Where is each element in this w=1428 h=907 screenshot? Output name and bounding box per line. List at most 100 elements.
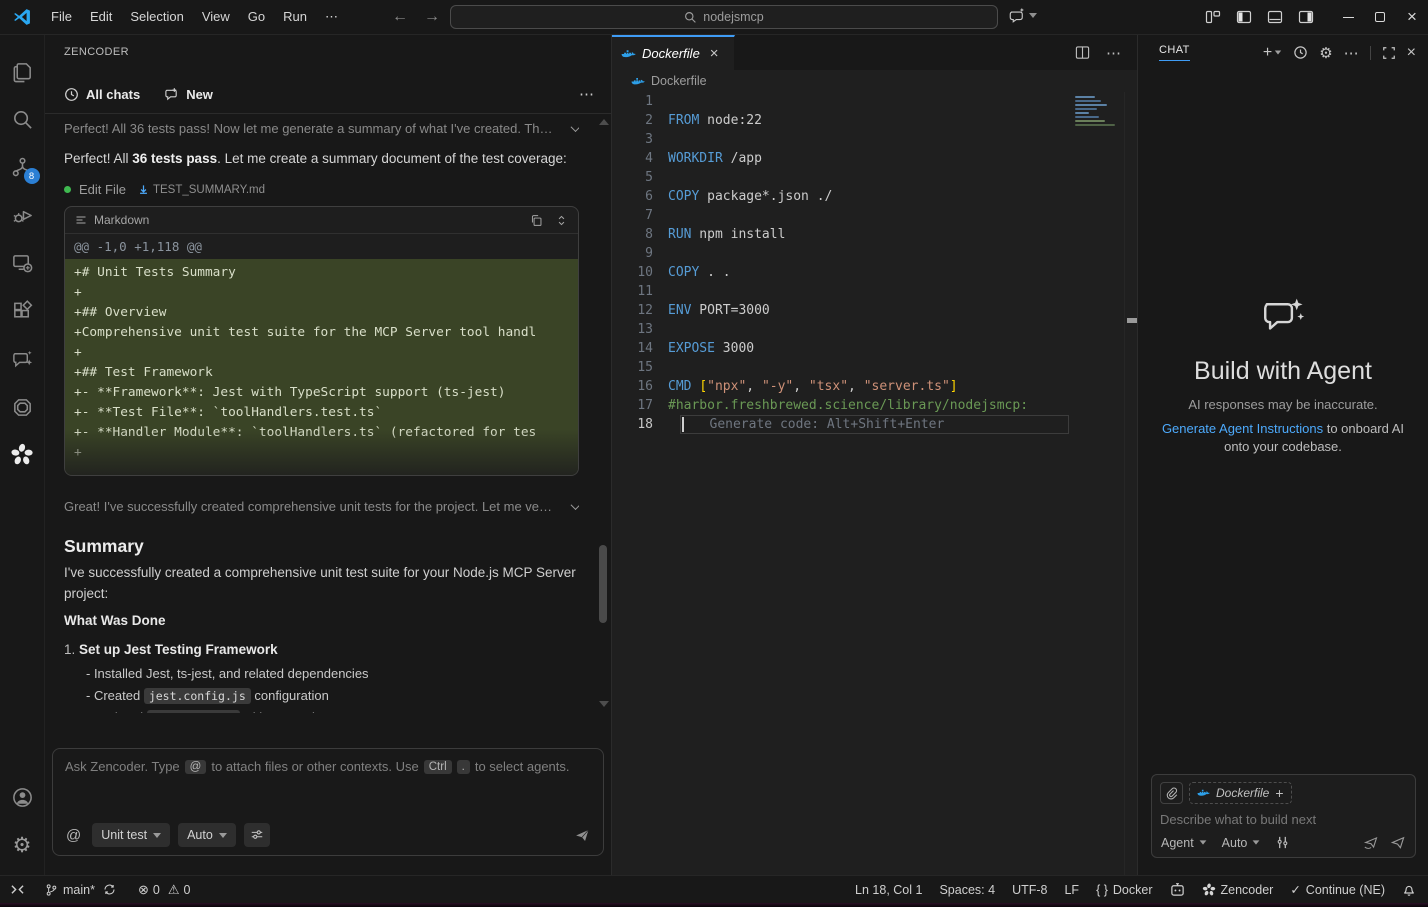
zencoder-chat-input[interactable]: Ask Zencoder. Type @ to attach files or … [52,748,604,856]
code-line[interactable]: 7 [612,206,1137,225]
collapsed-message[interactable]: Great! I've successfully created compreh… [64,499,579,514]
activity-source-control[interactable]: 8 [0,143,45,191]
code-line[interactable]: 5 [612,168,1137,187]
chat-input-box[interactable]: Dockerfile + Describe what to build next… [1151,774,1416,858]
new-chat-button[interactable]: New [164,87,213,102]
command-search-input[interactable]: nodejsmcp [450,5,998,29]
maximize-panel-icon[interactable] [1382,46,1396,60]
minimap[interactable] [1071,94,1123,128]
copy-icon[interactable] [530,214,543,227]
code-line[interactable]: 15 [612,358,1137,377]
window-maximize-button[interactable] [1364,0,1396,34]
send-icon[interactable] [1390,835,1406,850]
menu-go[interactable]: Go [239,5,274,29]
attach-file-button[interactable] [1160,782,1183,804]
collapse-expand-icon[interactable] [555,214,568,227]
code-line[interactable]: 8RUN npm install [612,225,1137,244]
customize-layout-icon[interactable] [1205,9,1221,25]
code-line[interactable]: 3 [612,130,1137,149]
activity-chat[interactable] [0,335,45,383]
activity-remote-explorer[interactable] [0,239,45,287]
window-close-button[interactable]: × [1396,0,1428,34]
new-chat-button[interactable]: + [1263,44,1282,62]
sidebar-scrollbar[interactable] [598,117,608,709]
menu-edit[interactable]: Edit [81,5,121,29]
copilot-button[interactable] [1008,6,1037,24]
code-line[interactable]: 17#harbor.freshbrewed.science/library/no… [612,396,1137,415]
editor-scrollbar[interactable] [1124,92,1137,875]
agent-selector[interactable]: Unit test [92,823,170,847]
edit-file-row[interactable]: Edit File TEST_SUMMARY.md [64,182,579,197]
docker-extension-icon[interactable] [1170,882,1185,897]
chat-settings-gear[interactable]: ⚙ [1319,44,1332,62]
menu-run[interactable]: Run [274,5,316,29]
continue-status[interactable]: ✓ Continue (NE) [1290,882,1385,897]
code-line[interactable]: 13 [612,320,1137,339]
model-selector[interactable]: Auto [1222,836,1261,850]
nav-back-icon[interactable]: ← [392,8,408,26]
tools-icon[interactable] [1275,835,1290,850]
toggle-panel-icon[interactable] [1267,9,1283,25]
code-line[interactable]: 2FROM node:22 [612,111,1137,130]
breadcrumb[interactable]: Dockerfile [612,70,1137,92]
menu-file[interactable]: File [42,5,81,29]
cursor-position[interactable]: Ln 18, Col 1 [855,883,922,897]
accounts-button[interactable] [0,773,45,821]
code-line[interactable]: 11 [612,282,1137,301]
activity-run-debug[interactable] [0,191,45,239]
menu-selection[interactable]: Selection [121,5,192,29]
chat-transcript[interactable]: Perfect! All 36 tests pass! Now let me g… [64,114,579,713]
add-context-icon[interactable]: + [1275,785,1283,801]
chat-more-button[interactable]: ⋯ [1344,44,1359,62]
activity-extensions[interactable] [0,287,45,335]
collapsed-message[interactable]: Perfect! All 36 tests pass! Now let me g… [64,121,579,136]
tab-close-icon[interactable]: × [710,45,719,62]
activity-search[interactable] [0,95,45,143]
remote-indicator[interactable] [10,883,25,896]
scrollbar-thumb[interactable] [599,545,607,623]
editor-more-actions[interactable]: ⋯ [1106,44,1121,62]
activity-container-tools[interactable] [0,383,45,431]
code-line[interactable]: 16CMD ["npx", "-y", "tsx", "server.ts"] [612,377,1137,396]
mode-selector[interactable]: Agent [1161,836,1207,850]
zencoder-status[interactable]: Zencoder [1202,883,1274,897]
code-line[interactable]: 10COPY . . [612,263,1137,282]
activity-explorer[interactable] [0,47,45,95]
scroll-up-icon[interactable] [599,119,609,125]
menu-view[interactable]: View [193,5,239,29]
code-line[interactable]: 6COPY package*.json ./ [612,187,1137,206]
tab-chat[interactable]: CHAT [1159,44,1190,61]
code-line[interactable]: 9 [612,244,1137,263]
branch-indicator[interactable]: main* [45,883,116,897]
tab-dockerfile[interactable]: Dockerfile × [612,35,735,70]
toggle-sidebar-right-icon[interactable] [1298,9,1314,25]
nav-forward-icon[interactable]: → [424,8,440,26]
code-line[interactable]: 14EXPOSE 3000 [612,339,1137,358]
panel-more-button[interactable]: ⋯ [579,85,595,103]
menu-[interactable]: ⋯ [316,5,347,29]
all-chats-button[interactable]: All chats [64,87,140,102]
encoding[interactable]: UTF-8 [1012,883,1047,897]
language-mode[interactable]: { } Docker [1096,883,1152,897]
sync-icon[interactable] [103,883,116,896]
breadcrumb-item[interactable]: Dockerfile [651,74,707,88]
notifications-bell-icon[interactable] [1402,882,1416,897]
history-icon[interactable] [1293,45,1308,60]
scroll-down-icon[interactable] [599,701,609,707]
generate-agent-instructions-link[interactable]: Generate Agent Instructions [1162,421,1323,436]
context-chip-dockerfile[interactable]: Dockerfile + [1189,782,1292,804]
code-line[interactable]: 1 [612,92,1137,111]
code-line[interactable]: 12ENV PORT=3000 [612,301,1137,320]
problems-indicator[interactable]: ⊗ 0 ⚠ 0 [138,882,190,898]
send-button[interactable] [574,827,591,844]
indentation[interactable]: Spaces: 4 [939,883,995,897]
settings-sliders-button[interactable] [244,823,270,847]
split-editor-icon[interactable] [1075,45,1090,60]
attach-context-button[interactable]: @ [63,827,84,844]
settings-gear-button[interactable]: ⚙ [0,821,45,869]
scrollbar-thumb[interactable] [1127,318,1137,323]
model-selector[interactable]: Auto [178,823,236,847]
code-editor[interactable]: 12FROM node:2234WORKDIR /app56COPY packa… [612,92,1137,875]
send-draft-icon[interactable] [1363,835,1380,850]
close-panel-icon[interactable]: × [1407,44,1416,62]
